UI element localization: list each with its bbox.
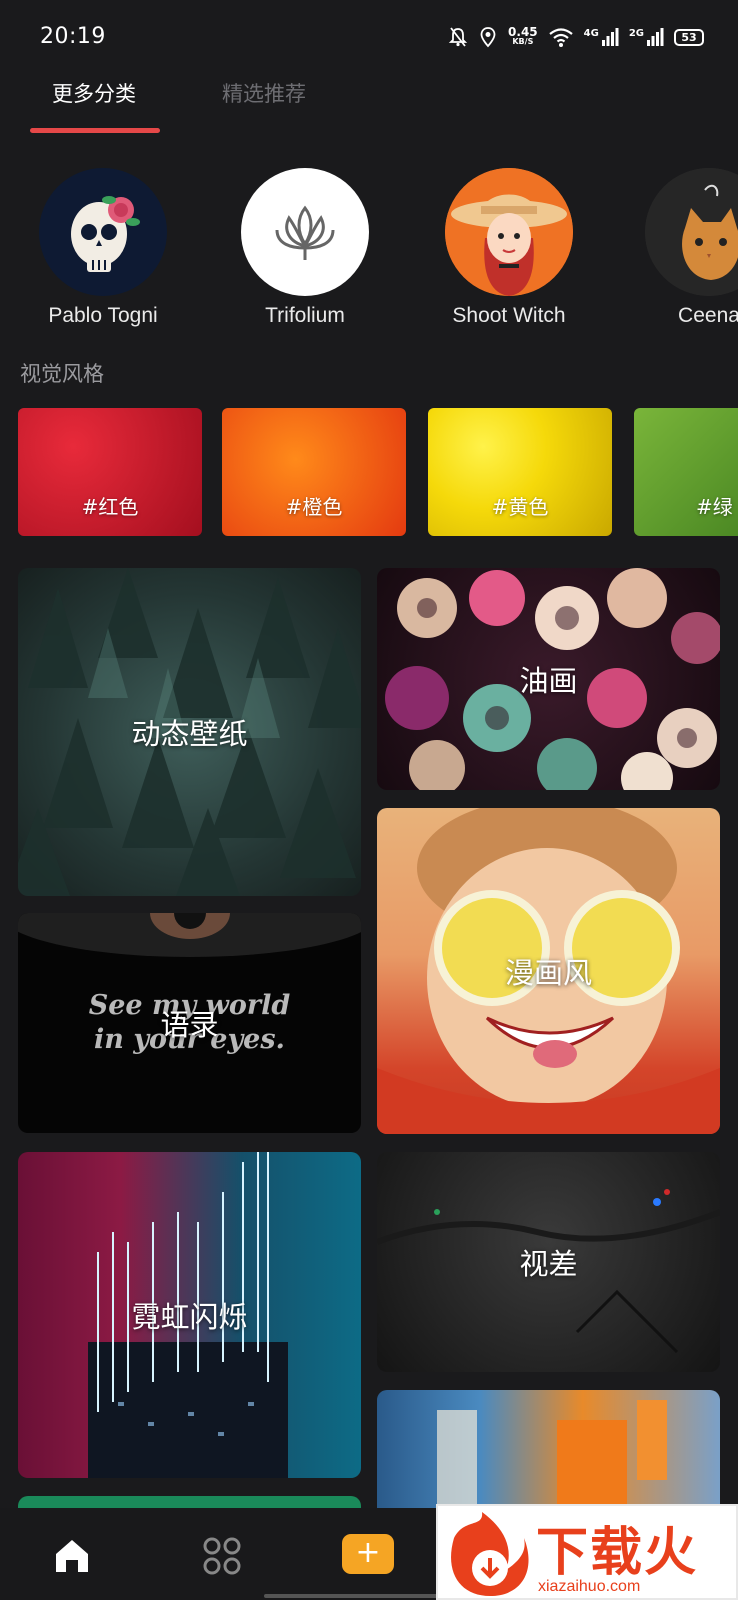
- creators-row: Pablo Togni Trifolium Shoot Witch Ceena: [0, 168, 738, 333]
- category-label: 霓虹闪烁: [131, 1300, 248, 1334]
- lotus-icon: [241, 168, 369, 296]
- color-tag-label: #红色: [81, 495, 139, 519]
- net1-label: 4G: [583, 28, 599, 39]
- location-icon: [480, 27, 496, 48]
- flame-logo: [451, 1512, 529, 1596]
- watermark-text: 下载火: [536, 1523, 699, 1583]
- category-neon[interactable]: 霓虹闪烁: [18, 1152, 361, 1478]
- creator-name: Shoot Witch: [452, 304, 566, 327]
- skull-rose-icon: [39, 168, 167, 296]
- status-time: 20:19: [40, 24, 106, 49]
- signal-bars-icon: [647, 28, 664, 46]
- creator-pablo-togni[interactable]: Pablo Togni: [18, 168, 188, 328]
- paint-strokes-image: [437, 1400, 667, 1520]
- watermark: 下载火 xiazaihuo.com: [436, 1504, 738, 1600]
- home-icon[interactable]: [52, 1536, 92, 1576]
- creator-shoot-witch[interactable]: Shoot Witch: [424, 168, 594, 328]
- color-tag-label: #橙色: [285, 495, 343, 519]
- color-tag-yellow[interactable]: #黄色: [428, 408, 612, 536]
- wifi-icon: [548, 28, 573, 47]
- category-label: 视差: [519, 1247, 578, 1281]
- watermark-domain: xiazaihuo.com: [538, 1578, 641, 1595]
- battery-indicator: 53: [674, 28, 704, 46]
- girl-hat-icon: [445, 168, 573, 296]
- cat-icon: [645, 168, 738, 296]
- visual-style-title: 视觉风格: [20, 362, 104, 386]
- category-oil-painting[interactable]: 油画: [377, 568, 720, 790]
- grid-icon[interactable]: [202, 1536, 242, 1576]
- creator-name: Pablo Togni: [48, 304, 158, 327]
- category-label: 语录: [160, 1008, 219, 1042]
- net2-label: 2G: [628, 28, 644, 39]
- category-quotes[interactable]: See my world in your eyes. 语录: [18, 913, 361, 1133]
- creator-name: Ceena: [678, 304, 738, 327]
- category-comic[interactable]: 漫画风: [377, 808, 720, 1134]
- category-label: 动态壁纸: [131, 717, 248, 751]
- color-tag-label: #黄色: [491, 495, 549, 519]
- signal-1: 4G: [584, 28, 619, 46]
- status-bar: 20:19 0.45 KB/S 4G 2G 53: [0, 0, 738, 78]
- creator-ceena[interactable]: Ceena: [624, 168, 738, 328]
- speed-value: 0.45: [508, 25, 538, 39]
- category-abstract-paint[interactable]: [377, 1390, 720, 1520]
- bell-muted-icon: [448, 27, 468, 47]
- category-label: 漫画风: [504, 956, 592, 990]
- tab-featured[interactable]: 精选推荐: [200, 78, 328, 134]
- color-tag-orange[interactable]: #橙色: [222, 408, 406, 536]
- signal-2: 2G: [629, 28, 664, 46]
- status-icons: 0.45 KB/S 4G 2G 53: [448, 26, 704, 48]
- category-parallax[interactable]: 视差: [377, 1152, 720, 1372]
- category-label: 油画: [519, 664, 578, 698]
- category-live-wallpaper[interactable]: 动态壁纸: [18, 568, 361, 896]
- add-button[interactable]: +: [342, 1534, 394, 1574]
- color-tag-label: #绿: [696, 495, 733, 519]
- creator-trifolium[interactable]: Trifolium: [220, 168, 390, 328]
- color-tags-row: #红色 #橙色 #黄色 #绿: [0, 408, 738, 536]
- color-tag-green[interactable]: #绿: [634, 408, 738, 536]
- active-tab-indicator: [30, 128, 160, 133]
- color-tag-red[interactable]: #红色: [18, 408, 202, 536]
- top-tabs: 更多分类 精选推荐: [30, 78, 328, 134]
- speed-unit: KB/S: [512, 37, 534, 46]
- creator-name: Trifolium: [265, 304, 345, 327]
- signal-bars-icon: [601, 28, 619, 46]
- tab-more-categories[interactable]: 更多分类: [30, 78, 158, 134]
- network-speed: 0.45 KB/S: [508, 25, 538, 47]
